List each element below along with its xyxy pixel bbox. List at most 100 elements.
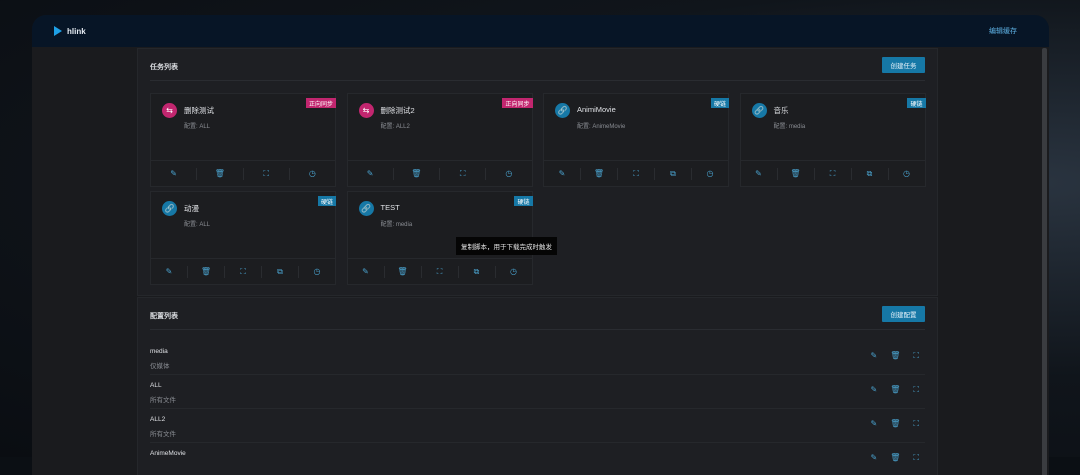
task-type-badge: 硬链 [317,196,336,206]
link-icon: 🔗 [162,201,177,216]
config-desc: 仅媒体 [150,363,170,370]
task-name: AnimiMovie [577,105,616,114]
schedule-icon[interactable]: ◷ [692,168,728,180]
delete-icon[interactable]: 🗑 [385,265,422,278]
delete-icon[interactable]: 🗑 [890,419,900,429]
expand-icon[interactable]: ⛶ [244,167,290,180]
task-config: 配置: ALL2 [380,124,410,130]
task-config: 配置: media [773,124,806,130]
schedule-icon[interactable]: ◷ [299,266,335,278]
expand-icon[interactable]: ⛶ [913,385,919,395]
copy-script-icon[interactable]: ⧉ [655,167,692,180]
expand-icon[interactable]: ⛶ [422,265,459,278]
task-config: 配置: AnimeMovie [577,124,626,130]
edit-icon[interactable]: ✎ [871,419,878,429]
task-name: 删除测试 [184,106,214,115]
task-type-badge: 正向同步 [502,98,533,108]
task-actions: ✎ 🗑 ⛶ ⧉ ◷ [347,258,532,284]
brand-name[interactable]: hlink [67,27,86,36]
edit-cache-link[interactable]: 编辑缓存 [989,26,1017,36]
task-type-badge: 正向同步 [305,98,336,108]
expand-icon[interactable]: ⛶ [815,167,852,180]
delete-icon[interactable]: 🗑 [890,385,900,395]
task-name: 音乐 [773,106,789,115]
config-row: media 仅媒体 ✎ 🗑 ⛶ [150,341,925,375]
create-config-button[interactable]: 创建配置 [882,306,925,322]
delete-icon[interactable]: 🗑 [197,167,244,180]
edit-icon[interactable]: ✎ [151,167,198,180]
task-type-badge: 硬链 [710,98,729,108]
task-actions: ✎ 🗑 ⛶ ⧉ ◷ [544,160,728,186]
config-name: AnimeMovie [150,450,186,457]
divider [150,329,925,330]
task-name: 删除测试2 [380,106,415,115]
divider [150,80,925,81]
config-name: media [150,348,168,355]
edit-icon[interactable]: ✎ [871,453,878,463]
task-type-badge: 硬链 [514,196,533,206]
edit-icon[interactable]: ✎ [348,167,394,180]
config-row: ALL 所有文件 ✎ 🗑 ⛶ [150,375,925,409]
edit-icon[interactable]: ✎ [544,167,581,180]
expand-icon[interactable]: ⛶ [913,453,919,463]
expand-icon[interactable]: ⛶ [913,351,919,361]
schedule-icon[interactable]: ◷ [889,168,925,180]
task-list-section: 任务列表 创建任务 ⇆ 删除测试 配置: ALL 正向同步 ✎ 🗑 ⛶ ◷ ⇆ 删除测试… [137,48,938,296]
task-actions: ✎ 🗑 ⛶ ◷ [151,160,335,186]
delete-icon[interactable]: 🗑 [778,167,815,180]
config-list-section: 配置列表 创建配置 media 仅媒体 ✎ 🗑 ⛶ ALL 所有文件 ✎ 🗑 ⛶ ALL2 … [137,297,938,475]
link-icon: 🔗 [751,103,767,118]
schedule-icon[interactable]: ◷ [496,266,532,278]
play-logo-icon [54,26,62,36]
schedule-icon[interactable]: ◷ [290,168,335,180]
task-config: 配置: ALL [184,124,211,130]
edit-icon[interactable]: ✎ [741,167,778,180]
link-icon: 🔗 [555,103,570,118]
task-card: 🔗 动漫 配置: ALL 硬链 ✎ 🗑 ⛶ ⧉ ◷ [150,191,336,285]
edit-icon[interactable]: ✎ [871,385,878,395]
delete-icon[interactable]: 🗑 [581,167,618,180]
task-card: 🔗 音乐 配置: media 硬链 ✎ 🗑 ⛶ ⧉ ◷ [739,93,926,187]
link-icon: 🔗 [358,201,374,216]
delete-icon[interactable]: 🗑 [890,453,900,463]
config-row: ALL2 所有文件 ✎ 🗑 ⛶ [150,409,925,443]
expand-icon[interactable]: ⛶ [618,167,655,180]
delete-icon[interactable]: 🗑 [890,351,900,361]
schedule-icon[interactable]: ◷ [486,168,531,180]
delete-icon[interactable]: 🗑 [394,167,440,180]
task-cards: ⇆ 删除测试 配置: ALL 正向同步 ✎ 🗑 ⛶ ◷ ⇆ 删除测试2 配置: ALL2… [150,93,926,285]
task-type-badge: 硬链 [907,98,926,108]
expand-icon[interactable]: ⛶ [225,265,262,278]
config-name: ALL [150,382,162,389]
task-actions: ✎ 🗑 ⛶ ⧉ ◷ [151,258,335,284]
tooltip: 复制脚本，用于下载完成时触发 [456,237,557,255]
app-window: hlink 编辑缓存 任务列表 创建任务 ⇆ 删除测试 配置: ALL 正向同步… [32,15,1049,475]
config-desc: 所有文件 [150,397,176,404]
task-card: ⇆ 删除测试2 配置: ALL2 正向同步 ✎ 🗑 ⛶ ◷ [346,93,533,187]
task-name: 动漫 [184,204,199,213]
copy-script-icon[interactable]: ⧉ [459,265,496,278]
config-name: ALL2 [150,416,166,423]
task-actions: ✎ 🗑 ⛶ ◷ [347,160,532,186]
task-card: ⇆ 删除测试 配置: ALL 正向同步 ✎ 🗑 ⛶ ◷ [150,93,336,187]
task-actions: ✎ 🗑 ⛶ ⧉ ◷ [740,160,925,186]
delete-icon[interactable]: 🗑 [188,265,225,278]
expand-icon[interactable]: ⛶ [913,419,919,429]
task-config: 配置: media [380,222,413,228]
sync-icon: ⇆ [358,103,374,118]
scrollbar[interactable] [1042,48,1047,475]
task-card: 🔗 AnimiMovie 配置: AnimeMovie 硬链 ✎ 🗑 ⛶ ⧉ ◷ [543,93,729,187]
expand-icon[interactable]: ⛶ [440,167,487,180]
section-title: 任务列表 [150,64,178,71]
config-row: AnimeMovie ✎ 🗑 ⛶ [150,443,925,475]
edit-icon[interactable]: ✎ [348,265,385,278]
section-title: 配置列表 [150,313,178,320]
create-task-button[interactable]: 创建任务 [882,57,925,73]
task-name: TEST [380,203,400,212]
copy-script-icon[interactable]: ⧉ [262,265,299,278]
edit-icon[interactable]: ✎ [151,265,188,278]
copy-script-icon[interactable]: ⧉ [852,167,889,180]
top-bar: hlink 编辑缓存 [32,15,1049,47]
edit-icon[interactable]: ✎ [871,351,878,361]
sync-icon: ⇆ [162,103,177,118]
